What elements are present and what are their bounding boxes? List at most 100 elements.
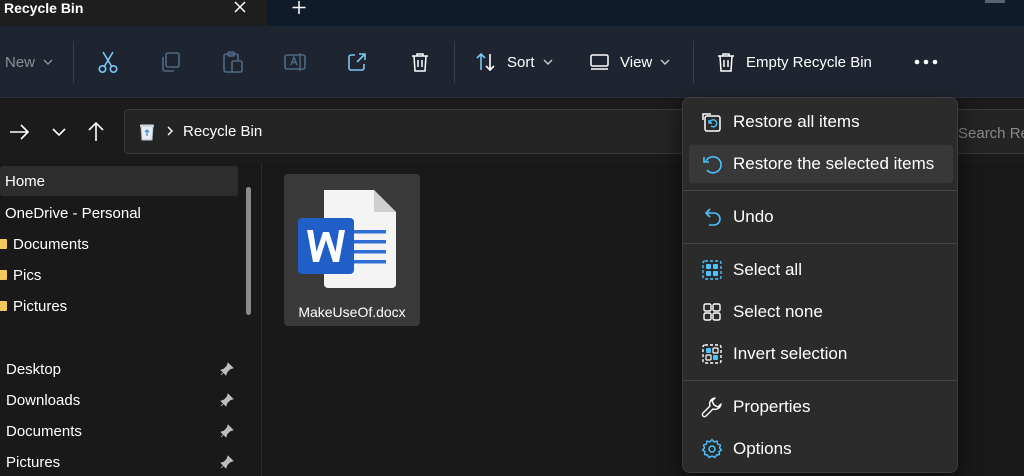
sidebar-item-label: Home: [5, 172, 46, 190]
recycle-bin-icon: [718, 53, 734, 72]
sidebar-item-documents-quick[interactable]: Documents: [0, 416, 238, 446]
menu-item-label: Restore all items: [733, 112, 860, 131]
sort-label: Sort: [507, 53, 535, 71]
title-bar: Recycle Bin: [0, 0, 1024, 26]
gear-icon: [701, 438, 723, 459]
rename-icon: [284, 53, 306, 71]
navigation-pane: Home OneDrive - Personal Documents Pics …: [0, 163, 262, 476]
menu-item-label: Select all: [733, 260, 802, 279]
invert-selection-icon: [702, 344, 722, 364]
select-all-icon: [702, 260, 722, 280]
menu-item-properties[interactable]: Properties: [689, 388, 953, 426]
new-button[interactable]: New: [5, 26, 53, 98]
sidebar-item-pictures-quick[interactable]: Pictures: [0, 447, 238, 476]
address-bar[interactable]: Recycle Bin: [124, 109, 744, 154]
search-placeholder: Search Recycle Bin: [958, 125, 1024, 142]
menu-divider: [683, 190, 957, 191]
more-options-menu: Restore all items Restore the selected i…: [682, 97, 958, 473]
more-button[interactable]: [913, 26, 939, 98]
up-arrow-icon[interactable]: [85, 121, 107, 143]
menu-item-label: Restore the selected items: [733, 154, 935, 173]
share-button[interactable]: [346, 26, 368, 98]
sidebar-item-documents[interactable]: Documents: [0, 229, 238, 259]
empty-recycle-bin-label: Empty Recycle Bin: [746, 53, 872, 71]
window-control-icon[interactable]: [980, 0, 1010, 4]
forward-arrow-icon[interactable]: [8, 121, 30, 143]
chevron-down-icon: [660, 59, 670, 65]
folder-icon: [0, 301, 7, 311]
sidebar-item-pics[interactable]: Pics: [0, 260, 238, 290]
tab-title: Recycle Bin: [4, 0, 84, 16]
empty-recycle-bin-button[interactable]: Empty Recycle Bin: [715, 26, 872, 98]
pin-icon[interactable]: [220, 424, 234, 438]
rename-button[interactable]: [283, 26, 307, 98]
pin-icon[interactable]: [220, 393, 234, 407]
share-icon: [348, 53, 366, 71]
sidebar-item-downloads[interactable]: Downloads: [0, 385, 238, 415]
restore-selected-icon: [703, 155, 722, 174]
menu-item-label: Invert selection: [733, 344, 848, 363]
new-tab-icon[interactable]: [290, 0, 308, 16]
sidebar-item-pictures[interactable]: Pictures: [0, 291, 238, 321]
tab-recycle-bin[interactable]: Recycle Bin: [0, 0, 267, 26]
sidebar-item-label: Pics: [13, 266, 42, 284]
new-label: New: [5, 53, 36, 71]
cut-button[interactable]: [97, 26, 119, 98]
wrench-icon: [701, 397, 722, 418]
divider: [73, 41, 74, 83]
chevron-down-icon[interactable]: [48, 121, 70, 143]
sidebar-item-label: Downloads: [6, 391, 81, 409]
sort-icon: [476, 52, 495, 72]
restore-all-icon: [702, 113, 721, 132]
file-name: MakeUseOf.docx: [298, 304, 406, 320]
divider: [454, 41, 455, 83]
view-label: View: [620, 53, 653, 71]
undo-icon: [704, 208, 721, 226]
file-item[interactable]: MakeUseOf.docx: [284, 174, 420, 326]
paste-icon: [223, 51, 243, 73]
menu-item-label: Options: [733, 439, 792, 458]
paste-button[interactable]: [222, 26, 244, 98]
menu-item-options[interactable]: Options: [689, 430, 953, 468]
menu-item-label: Undo: [733, 207, 774, 226]
chevron-down-icon: [543, 59, 553, 65]
sidebar-item-label: Pictures: [6, 453, 61, 471]
delete-button[interactable]: [409, 26, 431, 98]
sidebar-item-desktop[interactable]: Desktop: [0, 354, 238, 384]
recycle-bin-icon: [140, 124, 154, 141]
menu-item-select-none[interactable]: Select none: [689, 293, 953, 331]
copy-button[interactable]: [160, 26, 182, 98]
view-button[interactable]: View: [589, 26, 670, 98]
menu-item-restore-selected[interactable]: Restore the selected items: [689, 145, 953, 183]
menu-item-undo[interactable]: Undo: [689, 198, 953, 236]
cut-icon: [98, 51, 118, 74]
chevron-down-icon: [43, 59, 53, 65]
sidebar-item-label: Documents: [13, 235, 89, 253]
select-none-icon: [703, 303, 721, 321]
word-document-icon: [298, 190, 396, 288]
sidebar-item-label: Documents: [6, 422, 82, 440]
command-bar: New Sort View Empty Recycle Bin: [0, 26, 1024, 98]
menu-item-label: Properties: [733, 397, 811, 416]
breadcrumb[interactable]: Recycle Bin: [183, 123, 262, 140]
sidebar-item-home[interactable]: Home: [0, 166, 238, 196]
folder-icon: [0, 270, 7, 280]
more-icon: [914, 59, 938, 65]
sidebar-item-label: Desktop: [6, 360, 62, 378]
menu-divider: [683, 380, 957, 381]
view-icon: [590, 54, 609, 70]
menu-item-restore-all[interactable]: Restore all items: [689, 103, 953, 141]
folder-icon: [0, 239, 7, 249]
sidebar-scrollbar[interactable]: [246, 187, 251, 315]
pin-icon[interactable]: [220, 362, 234, 376]
copy-icon: [162, 52, 180, 72]
menu-item-select-all[interactable]: Select all: [689, 251, 953, 289]
sort-button[interactable]: Sort: [474, 26, 553, 98]
sidebar-item-label: Pictures: [13, 297, 68, 315]
sidebar-item-onedrive[interactable]: OneDrive - Personal: [0, 198, 238, 228]
menu-item-invert-selection[interactable]: Invert selection: [689, 335, 953, 373]
menu-item-label: Select none: [733, 302, 823, 321]
close-icon[interactable]: [231, 0, 249, 16]
pin-icon[interactable]: [220, 455, 234, 469]
delete-icon: [412, 53, 428, 72]
